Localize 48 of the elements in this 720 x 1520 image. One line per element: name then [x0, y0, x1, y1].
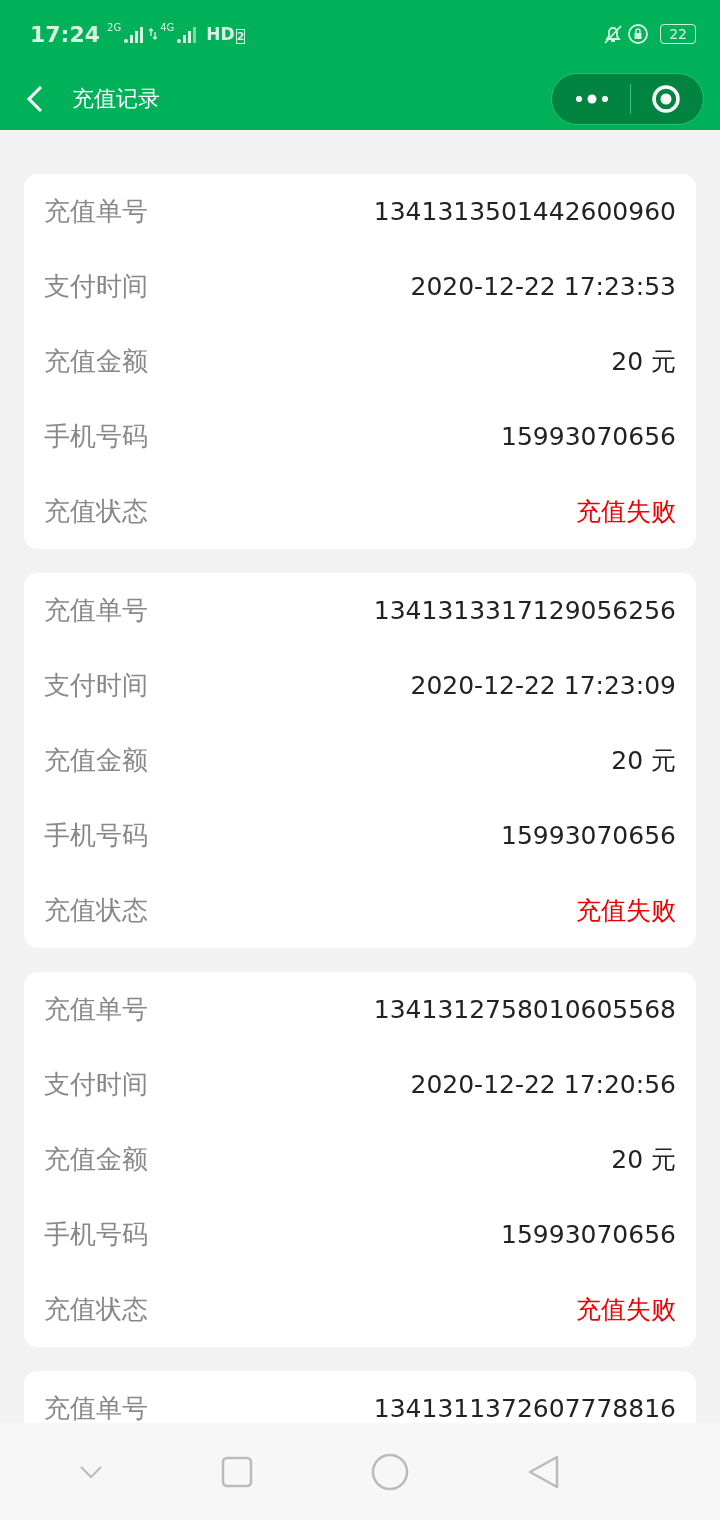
field-value: 20 元	[611, 346, 676, 378]
field-label: 充值金额	[44, 345, 148, 378]
bell-off-icon	[602, 23, 625, 45]
field-label: 充值单号	[44, 195, 148, 228]
field-label: 手机号码	[44, 819, 148, 852]
recents-icon[interactable]	[221, 1455, 253, 1488]
field-label: 充值金额	[44, 1143, 148, 1176]
field-label: 充值状态	[44, 894, 148, 927]
field-label: 手机号码	[44, 1218, 148, 1251]
field-value: 15993070656	[501, 422, 676, 451]
home-icon[interactable]	[371, 1452, 409, 1491]
page-title: 充值记录	[72, 85, 160, 113]
field-label: 支付时间	[44, 669, 148, 702]
field-value: 1341312758010605568	[373, 995, 676, 1024]
field-label: 手机号码	[44, 420, 148, 453]
status-value: 充值失败	[576, 895, 676, 927]
field-value: 1341313317129056256	[373, 596, 676, 625]
status-value: 充值失败	[576, 496, 676, 528]
field-label: 充值状态	[44, 1293, 148, 1326]
more-icon[interactable]	[574, 93, 610, 105]
battery-indicator: 22	[660, 24, 696, 44]
field-value: 1341313501442600960	[373, 197, 676, 226]
chevron-down-icon[interactable]	[79, 1464, 103, 1479]
field-label: 充值单号	[44, 993, 148, 1026]
field-label: 充值单号	[44, 1392, 148, 1423]
field-value: 2020-12-22 17:20:56	[410, 1070, 676, 1099]
field-label: 充值单号	[44, 594, 148, 627]
field-value: 20 元	[611, 745, 676, 777]
data-arrows-icon	[149, 28, 158, 40]
network-type: 2G	[107, 22, 122, 33]
rotation-lock-icon	[627, 23, 650, 45]
field-value: 1341311372607778816	[373, 1394, 676, 1423]
status-value: 充值失败	[576, 1294, 676, 1326]
field-value: 15993070656	[501, 821, 676, 850]
close-icon[interactable]	[651, 84, 681, 114]
network-type: 4G	[160, 22, 175, 33]
field-label: 支付时间	[44, 270, 148, 303]
back-icon[interactable]	[527, 1453, 561, 1490]
hd-voice-indicator: HD 2	[206, 24, 246, 44]
field-value: 2020-12-22 17:23:09	[410, 671, 676, 700]
back-icon[interactable]	[26, 85, 44, 113]
field-label: 充值状态	[44, 495, 148, 528]
field-label: 充值金额	[44, 744, 148, 777]
field-value: 2020-12-22 17:23:53	[410, 272, 676, 301]
field-label: 支付时间	[44, 1068, 148, 1101]
field-value: 20 元	[611, 1144, 676, 1176]
status-time: 17:24	[30, 21, 101, 47]
field-value: 15993070656	[501, 1220, 676, 1249]
